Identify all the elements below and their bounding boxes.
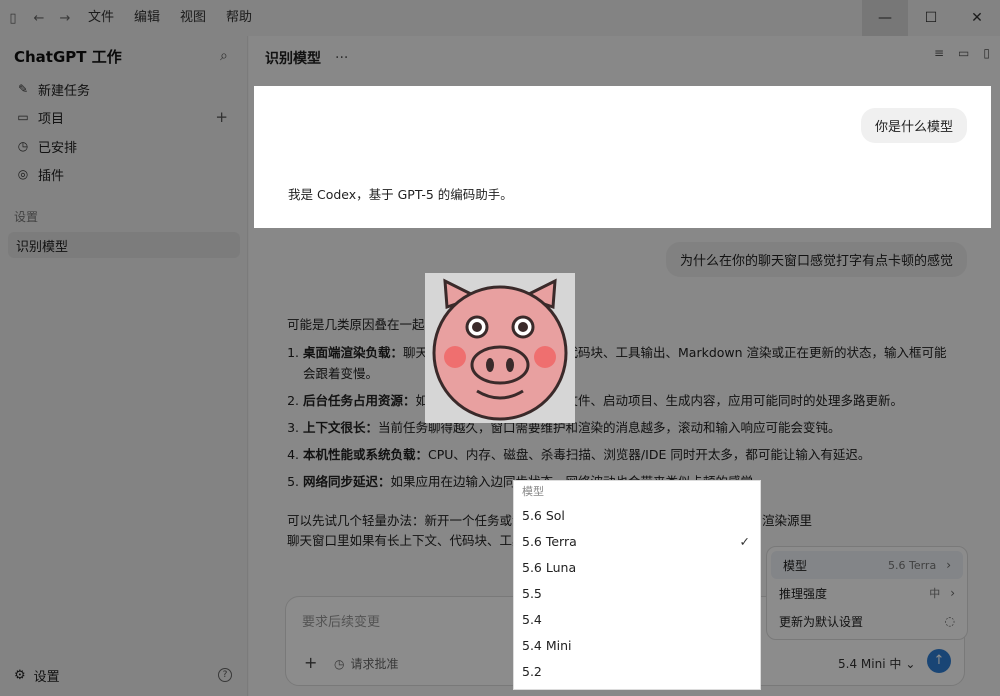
option-label: 5.4 — [522, 612, 542, 627]
model-option-5-6-terra[interactable]: 5.6 Terra ✓ — [514, 529, 760, 555]
model-dropdown: 模型 5.6 Sol 5.6 Terra ✓ 5.6 Luna 5.5 5.4 5… — [513, 480, 761, 690]
model-option-5-6-sol[interactable]: 5.6 Sol — [514, 503, 760, 529]
user-question-bubble: 你是什么模型 — [861, 108, 968, 143]
highlighted-conversation: 你是什么模型 我是 Codex，基于 GPT-5 的编码助手。 — [254, 86, 991, 228]
assistant-answer: 我是 Codex，基于 GPT-5 的编码助手。 — [288, 187, 513, 202]
model-option-5-5[interactable]: 5.5 — [514, 581, 760, 607]
model-option-5-4[interactable]: 5.4 — [514, 607, 760, 633]
option-label: 5.5 — [522, 586, 542, 601]
option-label: 5.6 Sol — [522, 508, 565, 523]
option-label: 5.6 Luna — [522, 560, 577, 575]
option-label: 5.4 Mini — [522, 638, 572, 653]
option-label: 5.6 Terra — [522, 534, 577, 549]
model-option-5-2[interactable]: 5.2 — [514, 659, 760, 685]
checkmark-icon: ✓ — [739, 534, 750, 549]
model-option-5-6-luna[interactable]: 5.6 Luna — [514, 555, 760, 581]
dropdown-header: 模型 — [522, 485, 544, 498]
model-option-5-4-mini[interactable]: 5.4 Mini — [514, 633, 760, 659]
pig-sticker-icon — [425, 273, 575, 423]
option-label: 5.2 — [522, 664, 542, 679]
